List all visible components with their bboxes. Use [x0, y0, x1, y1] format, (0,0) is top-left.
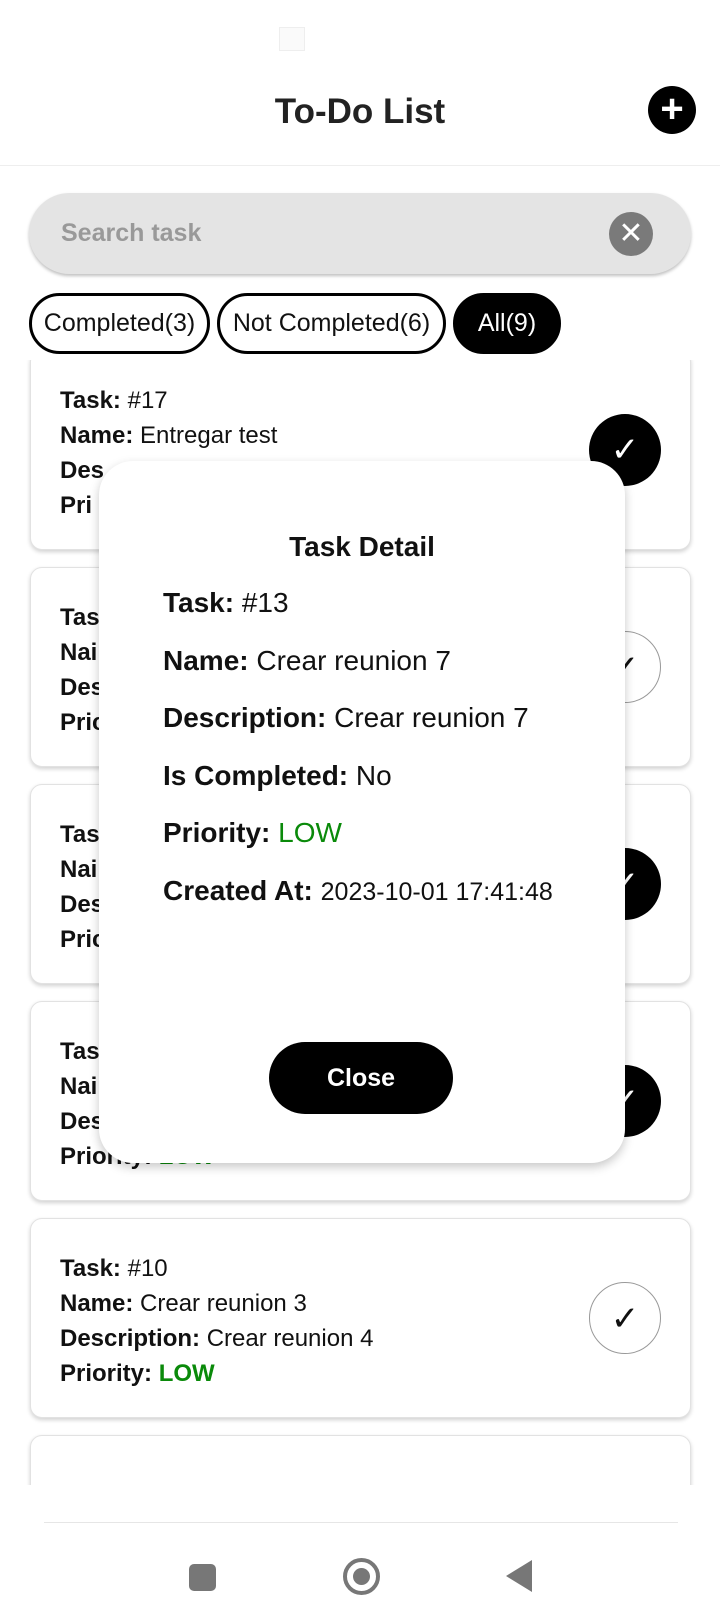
search-input[interactable]: Search task	[61, 219, 201, 248]
task-description: Des	[60, 891, 105, 918]
search-bar[interactable]: Search task ✕	[29, 193, 691, 274]
task-description: Des	[60, 1108, 105, 1135]
plus-icon: +	[660, 87, 684, 131]
task-detail-modal: Task Detail Task: #13 Name: Crear reunio…	[99, 461, 625, 1163]
task-number: Task: #17	[60, 387, 168, 414]
back-icon[interactable]	[506, 1560, 532, 1592]
filter-all[interactable]: All(9)	[453, 293, 561, 354]
app-header: To-Do List +	[0, 70, 720, 166]
task-name: Name: Crear reunion 3	[60, 1290, 307, 1317]
task-priority: Pri	[60, 492, 93, 519]
detail-description: Description: Crear reunion 7	[163, 702, 529, 733]
task-priority: Priority: LOW	[60, 1360, 215, 1387]
task-number: Tas	[60, 604, 100, 631]
task-name: Nai	[60, 856, 98, 883]
detail-priority: Priority: LOW	[163, 817, 342, 848]
add-task-button[interactable]: +	[648, 86, 696, 134]
check-icon[interactable]: ✓	[589, 1282, 661, 1354]
task-number: Tas	[60, 1038, 100, 1065]
detail-name: Name: Crear reunion 7	[163, 645, 451, 676]
detail-is-completed: Is Completed: No	[163, 760, 392, 791]
home-icon-inner	[353, 1568, 370, 1585]
close-icon: ✕	[618, 217, 644, 250]
task-description: Des	[60, 457, 105, 484]
nav-divider	[44, 1522, 678, 1523]
status-bar-placeholder	[279, 27, 305, 51]
task-number: Task: #10	[60, 1255, 168, 1282]
task-number: Tas	[60, 821, 100, 848]
task-name: Name: Entregar test	[60, 422, 278, 449]
system-nav-bar	[0, 1522, 720, 1600]
task-card[interactable]	[30, 1435, 691, 1485]
modal-title: Task Detail	[289, 531, 435, 562]
recents-icon[interactable]	[189, 1564, 216, 1591]
task-description: Des	[60, 674, 105, 701]
detail-created-at: Created At: 2023-10-01 17:41:48	[163, 875, 553, 906]
clear-search-button[interactable]: ✕	[609, 212, 653, 256]
detail-task: Task: #13	[163, 587, 289, 618]
task-card[interactable]: Task: #10 Name: Crear reunion 3 Descript…	[30, 1218, 691, 1418]
filter-completed[interactable]: Completed(3)	[29, 293, 210, 354]
filter-not-completed[interactable]: Not Completed(6)	[217, 293, 446, 354]
task-name: Nai	[60, 1073, 98, 1100]
close-button[interactable]: Close	[269, 1042, 453, 1114]
home-icon[interactable]	[343, 1558, 380, 1595]
task-name: Nai	[60, 639, 98, 666]
task-description: Description: Crear reunion 4	[60, 1325, 374, 1352]
page-title: To-Do List	[274, 92, 446, 131]
